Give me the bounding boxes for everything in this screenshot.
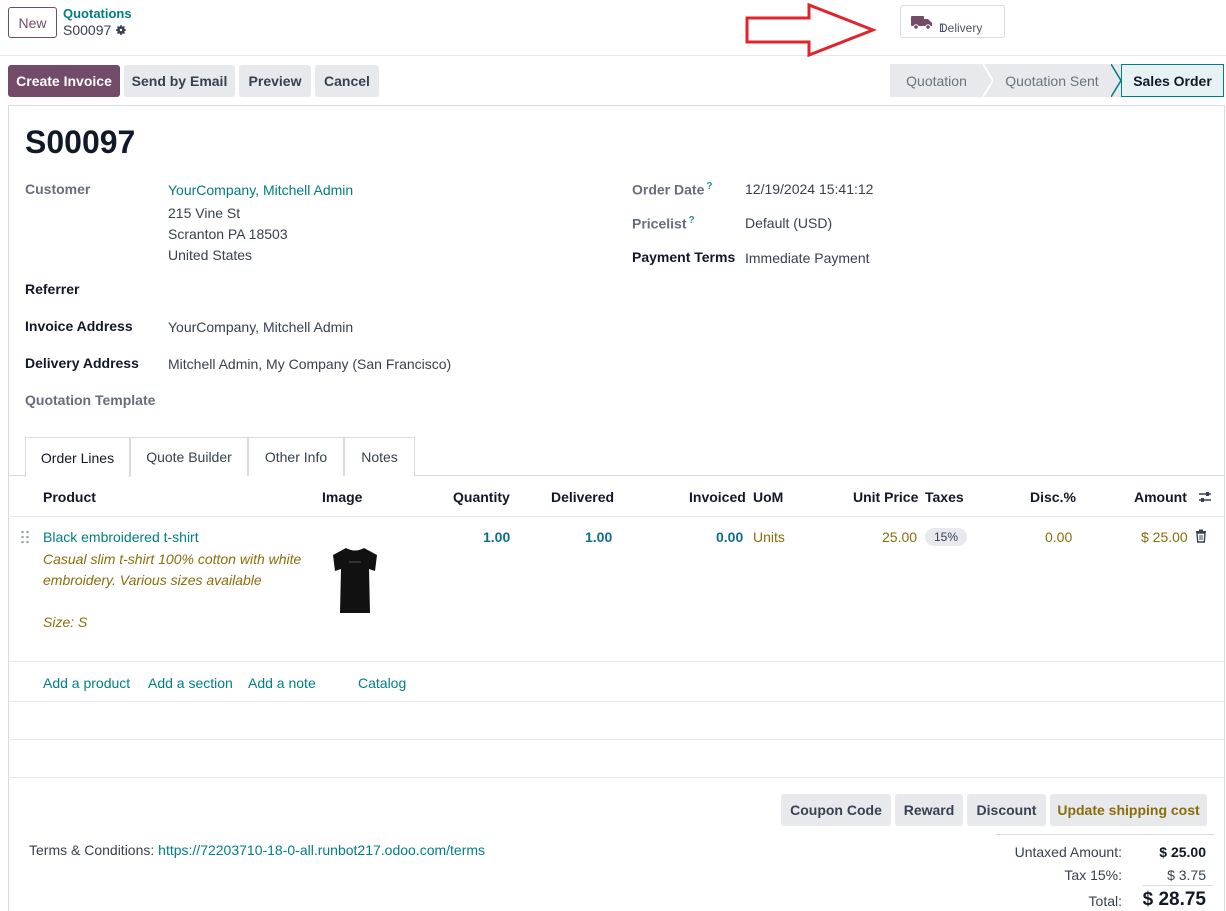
- totals-divider: [996, 834, 1214, 835]
- customer-name-link[interactable]: YourCompany, Mitchell Admin: [168, 182, 353, 198]
- terms-url-link[interactable]: https://72203710-18-0-all.runbot217.odoo…: [158, 842, 485, 858]
- tab-order-lines[interactable]: Order Lines: [25, 437, 130, 477]
- stage-quotation[interactable]: Quotation: [890, 64, 983, 97]
- total-divider: [1143, 885, 1213, 886]
- catalog-link[interactable]: Catalog: [358, 675, 406, 691]
- table-footer-divider: [8, 777, 1225, 778]
- quantity-cell[interactable]: 1.00: [483, 529, 510, 545]
- top-bar: New Quotations S00097 Delivery 1: [0, 0, 1226, 58]
- invoice-address-field[interactable]: YourCompany, Mitchell Admin: [168, 319, 353, 335]
- product-name-link[interactable]: Black embroidered t-shirt: [43, 529, 199, 545]
- breadcrumb-quotations[interactable]: Quotations: [63, 6, 132, 21]
- untaxed-amount-value: $ 25.00: [1159, 844, 1206, 860]
- product-description-line: embroidery. Various sizes available: [43, 572, 262, 588]
- total-value: $ 28.75: [1142, 889, 1206, 910]
- add-note-link[interactable]: Add a note: [248, 675, 316, 691]
- tab-quote-builder[interactable]: Quote Builder: [130, 437, 248, 476]
- tab-other-info[interactable]: Other Info: [248, 437, 344, 476]
- order-date-value: 12/19/2024 15:41:12: [745, 181, 874, 197]
- customer-address-line3: United States: [168, 247, 253, 263]
- truck-icon: [911, 15, 932, 30]
- optional-columns-icon[interactable]: [1198, 490, 1212, 504]
- col-header-invoiced[interactable]: Invoiced: [689, 489, 746, 505]
- order-date-label: Order Date?: [632, 181, 712, 198]
- gear-icon[interactable]: [115, 24, 127, 36]
- delivery-address-field[interactable]: Mitchell Admin, My Company (San Francisc…: [168, 356, 451, 372]
- col-header-uom[interactable]: UoM: [753, 489, 783, 505]
- col-header-taxes[interactable]: Taxes: [925, 489, 964, 505]
- pricelist-label: Pricelist?: [632, 215, 695, 232]
- col-header-amount[interactable]: Amount: [1134, 489, 1187, 505]
- col-header-quantity[interactable]: Quantity: [453, 489, 510, 505]
- col-header-disc[interactable]: Disc.%: [1030, 489, 1076, 505]
- coupon-code-button[interactable]: Coupon Code: [781, 794, 891, 826]
- uom-cell[interactable]: Units: [753, 529, 785, 545]
- amount-cell: $ 25.00: [1141, 529, 1188, 545]
- page-title: S00097: [25, 124, 136, 160]
- quotation-template-label: Quotation Template: [25, 392, 156, 408]
- table-row-divider: [8, 739, 1225, 740]
- send-by-email-button[interactable]: Send by Email: [124, 65, 235, 97]
- add-section-link[interactable]: Add a section: [148, 675, 233, 691]
- annotation-arrow-icon: [745, 2, 877, 58]
- pricelist-value: Default (USD): [745, 215, 833, 231]
- referrer-label: Referrer: [25, 281, 80, 297]
- invoice-address-label: Invoice Address: [25, 318, 133, 334]
- delivered-cell[interactable]: 1.00: [585, 529, 612, 545]
- table-row-divider: [8, 661, 1225, 662]
- stage-chevron-icon: [1111, 64, 1121, 97]
- stage-chevron-icon: [983, 64, 993, 97]
- terms-and-conditions: Terms & Conditions: https://72203710-18-…: [29, 842, 485, 858]
- product-image-tshirt: [333, 548, 377, 613]
- col-header-delivered[interactable]: Delivered: [551, 489, 614, 505]
- delivery-address-label: Delivery Address: [25, 355, 139, 371]
- product-description-line: Casual slim t-shirt 100% cotton with whi…: [43, 551, 302, 567]
- add-product-link[interactable]: Add a product: [43, 675, 130, 691]
- update-shipping-cost-button[interactable]: Update shipping cost: [1050, 794, 1207, 826]
- notebook-tabs: Order Lines Quote Builder Other Info Not…: [8, 437, 1225, 477]
- tax-value: $ 3.75: [1167, 867, 1206, 883]
- order-date-label-text: Order Date: [632, 181, 705, 198]
- discount-button[interactable]: Discount: [967, 794, 1046, 826]
- invoiced-cell: 0.00: [716, 529, 744, 545]
- cancel-button[interactable]: Cancel: [315, 65, 379, 97]
- customer-label: Customer: [25, 181, 91, 197]
- customer-address-line1: 215 Vine St: [168, 205, 241, 221]
- payment-terms-value[interactable]: Immediate Payment: [745, 250, 870, 266]
- table-row-divider: [8, 701, 1225, 702]
- total-label: Total:: [1088, 893, 1122, 909]
- status-bar: Quotation Quotation Sent Sales Order: [890, 64, 1224, 97]
- product-variant-size: Size: S: [43, 614, 88, 630]
- breadcrumb-current-label: S00097: [63, 22, 112, 38]
- breadcrumb-current: S00097: [63, 22, 127, 38]
- pricelist-label-text: Pricelist: [632, 215, 687, 232]
- discount-cell[interactable]: 0.00: [1045, 529, 1072, 545]
- help-tooltip-icon[interactable]: ?: [706, 181, 712, 192]
- reward-button[interactable]: Reward: [895, 794, 963, 826]
- unit-price-cell[interactable]: 25.00: [882, 529, 917, 545]
- stage-quotation-sent[interactable]: Quotation Sent: [993, 64, 1111, 97]
- customer-address-line2: Scranton PA 18503: [168, 226, 288, 242]
- new-button[interactable]: New: [8, 7, 57, 38]
- col-header-unit-price[interactable]: Unit Price: [853, 489, 918, 505]
- col-header-image[interactable]: Image: [322, 489, 362, 505]
- stage-sales-order[interactable]: Sales Order: [1121, 64, 1224, 97]
- tax-label: Tax 15%:: [1064, 867, 1122, 883]
- delivery-smart-button[interactable]: Delivery 1: [900, 5, 1005, 38]
- drag-handle-icon[interactable]: [20, 530, 30, 544]
- col-header-product[interactable]: Product: [43, 489, 96, 505]
- tax-badge[interactable]: 15%: [925, 528, 967, 546]
- untaxed-amount-label: Untaxed Amount:: [1014, 844, 1122, 860]
- terms-label: Terms & Conditions:: [29, 842, 155, 858]
- trash-icon[interactable]: [1195, 529, 1207, 543]
- preview-button[interactable]: Preview: [239, 65, 311, 97]
- payment-terms-label: Payment Terms: [632, 249, 736, 265]
- tab-notes[interactable]: Notes: [344, 437, 415, 476]
- table-header-divider: [8, 516, 1225, 517]
- delivery-count: 1: [939, 20, 946, 35]
- create-invoice-button[interactable]: Create Invoice: [8, 65, 120, 97]
- help-tooltip-icon[interactable]: ?: [688, 215, 694, 226]
